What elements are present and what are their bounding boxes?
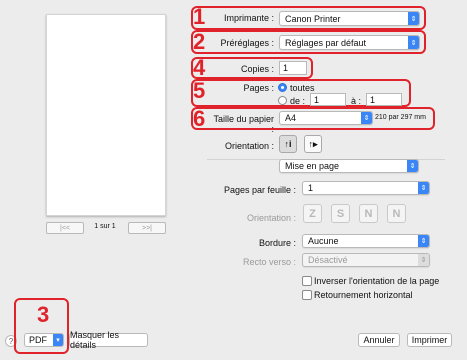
last-page-icon: >>| bbox=[142, 224, 152, 232]
printer-value: Canon Printer bbox=[285, 13, 341, 24]
chevron-updown-icon: ⇕ bbox=[418, 254, 429, 266]
chevron-updown-icon: ⇕ bbox=[418, 235, 429, 247]
paper-size-select[interactable]: A4 ⇕ bbox=[279, 111, 373, 125]
chevron-down-icon: ▾ bbox=[53, 334, 63, 346]
chevron-updown-icon: ⇕ bbox=[418, 182, 429, 194]
chevron-updown-icon: ⇕ bbox=[408, 36, 419, 49]
help-icon: ? bbox=[8, 336, 14, 346]
layout-s-button[interactable]: S bbox=[331, 204, 350, 223]
annotation-number-6: 6 bbox=[193, 106, 206, 131]
presets-value: Réglages par défaut bbox=[285, 37, 367, 48]
chevron-updown-icon: ⇕ bbox=[361, 112, 372, 124]
chevron-updown-icon: ⇕ bbox=[407, 160, 418, 172]
annotation-number-1: 1 bbox=[193, 4, 206, 29]
layout-z-icon: Z bbox=[309, 207, 316, 220]
pdf-label: PDF bbox=[29, 335, 47, 345]
layout-n-reverse-button[interactable]: N bbox=[387, 204, 406, 223]
pages-from-input[interactable]: 1 bbox=[310, 93, 346, 106]
pages-label: Pages : bbox=[243, 83, 274, 93]
landscape-button[interactable]: ↑▸ bbox=[304, 135, 322, 153]
pages-all-radio[interactable] bbox=[278, 83, 287, 92]
pages-per-sheet-label: Pages par feuille : bbox=[223, 185, 296, 195]
section-select[interactable]: Mise en page ⇕ bbox=[279, 159, 419, 173]
pdf-menu-button[interactable]: PDF ▾ bbox=[24, 333, 64, 347]
layout-z-button[interactable]: Z bbox=[303, 204, 322, 223]
annotation-number-3: 3 bbox=[37, 302, 50, 327]
two-sided-select[interactable]: Désactivé ⇕ bbox=[302, 253, 430, 267]
layout-s-icon: S bbox=[336, 207, 345, 220]
layout-n-icon: N bbox=[364, 207, 373, 220]
paper-size-value: A4 bbox=[285, 113, 297, 123]
print-preview-page bbox=[46, 14, 166, 216]
pages-range-radio[interactable] bbox=[278, 96, 287, 105]
pages-to-input[interactable]: 1 bbox=[366, 93, 402, 106]
flip-horizontal-label: Retournement horizontal bbox=[314, 290, 413, 300]
chevron-updown-icon: ⇕ bbox=[408, 12, 419, 25]
border-select[interactable]: Aucune ⇕ bbox=[302, 234, 430, 248]
presets-select[interactable]: Réglages par défaut ⇕ bbox=[279, 35, 420, 50]
printer-select[interactable]: Canon Printer ⇕ bbox=[279, 11, 420, 26]
border-value: Aucune bbox=[308, 236, 339, 246]
last-page-button[interactable]: >>| bbox=[128, 222, 166, 234]
layout-n-reverse-icon: N bbox=[392, 207, 401, 220]
copies-label: Copies : bbox=[240, 64, 274, 74]
portrait-icon: ↑i bbox=[284, 139, 292, 149]
copies-input[interactable]: 1 bbox=[279, 61, 307, 75]
two-sided-value: Désactivé bbox=[308, 255, 348, 265]
print-button[interactable]: Imprimer bbox=[407, 333, 452, 347]
pages-all-label: toutes bbox=[290, 83, 315, 93]
page-count: 1 sur 1 bbox=[94, 223, 116, 230]
pages-from-label: de : bbox=[290, 96, 306, 106]
reverse-orientation-label: Inverser l'orientation de la page bbox=[314, 276, 440, 286]
cancel-button[interactable]: Annuler bbox=[358, 333, 400, 347]
portrait-button[interactable]: ↑i bbox=[279, 135, 297, 153]
pages-per-sheet-select[interactable]: 1 ⇕ bbox=[302, 181, 430, 195]
section-value: Mise en page bbox=[285, 161, 340, 171]
first-page-icon: |<< bbox=[60, 224, 70, 232]
presets-label: Préréglages : bbox=[220, 38, 274, 48]
two-sided-label: Recto verso : bbox=[242, 257, 296, 267]
flip-horizontal-checkbox[interactable] bbox=[302, 290, 312, 300]
orientation-label: Orientation : bbox=[224, 141, 274, 151]
pages-to-label: à : bbox=[351, 96, 362, 106]
annotation-number-4: 4 bbox=[193, 55, 206, 80]
printer-label: Imprimante : bbox=[223, 13, 274, 23]
first-page-button[interactable]: |<< bbox=[46, 222, 84, 234]
layout-direction-label: Orientation : bbox=[246, 213, 296, 223]
hide-details-button[interactable]: Masquer les détails bbox=[69, 330, 148, 350]
annotation-number-2: 2 bbox=[193, 29, 206, 54]
annotation-number-5: 5 bbox=[193, 78, 206, 103]
landscape-icon: ↑▸ bbox=[308, 138, 318, 149]
reverse-orientation-checkbox[interactable] bbox=[302, 276, 312, 286]
border-label: Bordure : bbox=[258, 238, 296, 248]
paper-dimensions: 210 par 297 mm bbox=[375, 114, 426, 121]
paper-size-label: Taille du papier : bbox=[213, 114, 274, 134]
layout-n-button[interactable]: N bbox=[359, 204, 378, 223]
pages-per-sheet-value: 1 bbox=[308, 183, 314, 193]
